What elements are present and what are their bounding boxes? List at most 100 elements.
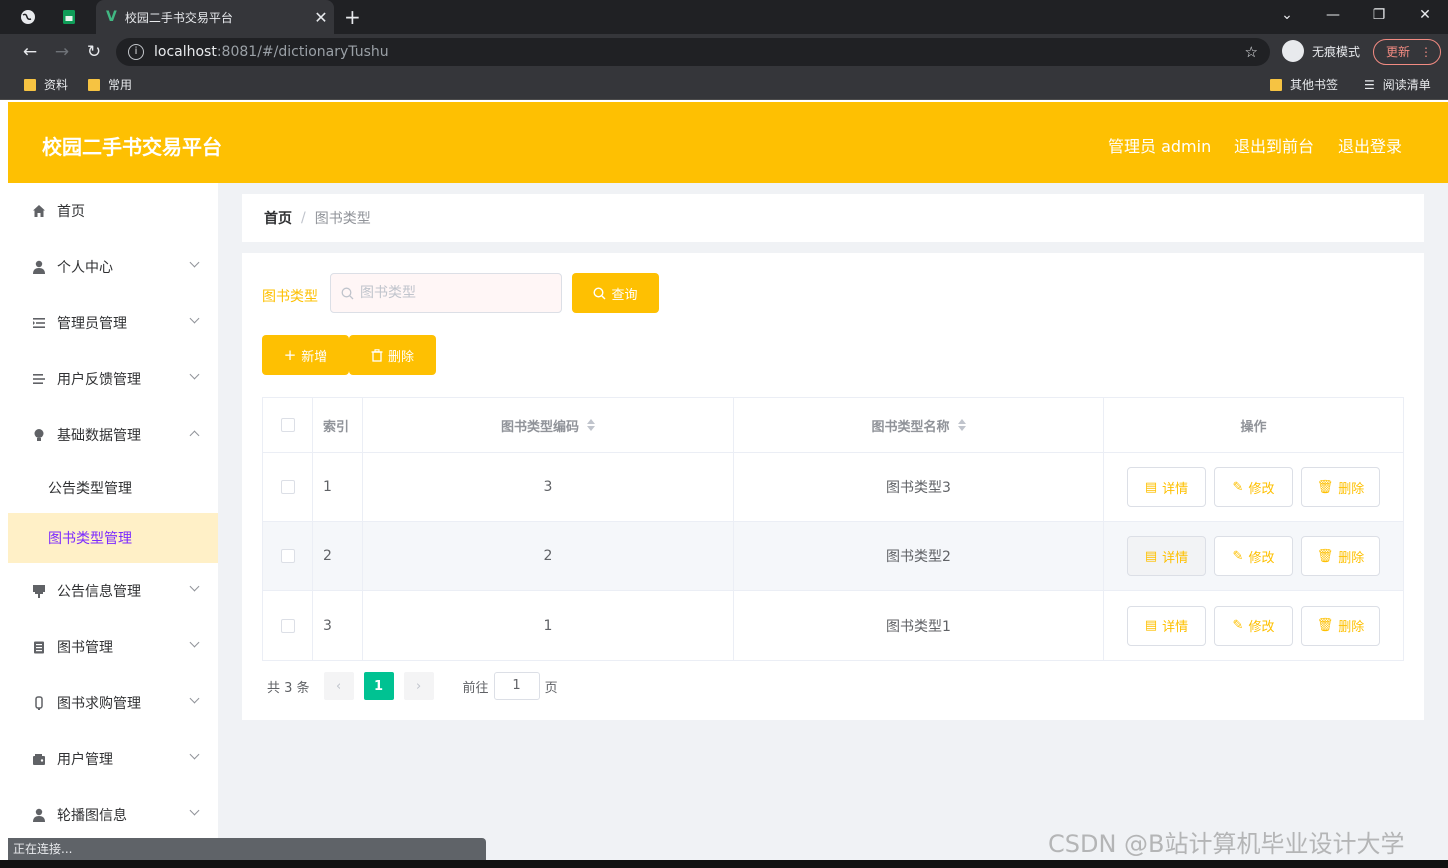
table-header-row: 索引 图书类型编码 图书类型名称 操作 [263, 398, 1403, 453]
sidebar-item-notices[interactable]: 公告信息管理 [8, 563, 218, 619]
sidebar-item-basic-data[interactable]: 基础数据管理 [8, 407, 218, 463]
taskbar [0, 860, 1448, 868]
prev-page-icon[interactable]: ‹ [323, 672, 354, 700]
sidebar-item-purchase[interactable]: 图书求购管理 [8, 675, 218, 731]
tab-search-icon[interactable]: ⌄ [1264, 0, 1310, 34]
goto-page-input[interactable]: 1 [493, 672, 540, 700]
bookmark-folder-2[interactable]: 常用 [88, 76, 132, 93]
sidebar-subitem-book-type[interactable]: 图书类型管理 [8, 513, 218, 563]
row-code: 3 [363, 453, 734, 521]
close-window-icon[interactable]: ✕ [1402, 0, 1448, 34]
edit-button[interactable]: ✎ 修改 [1214, 605, 1293, 646]
add-button[interactable]: + 新增 [262, 335, 349, 375]
sidebar-item-label: 公告类型管理 [48, 481, 132, 497]
sort-icon[interactable] [587, 419, 595, 431]
detail-button[interactable]: ▤ 详情 [1127, 536, 1206, 576]
sidebar-subitem-notice-type[interactable]: 公告类型管理 [8, 463, 218, 513]
sidebar-item-home[interactable]: 首页 [8, 183, 218, 239]
sidebar-item-label: 图书类型管理 [48, 531, 132, 547]
page-number-current[interactable]: 1 [363, 672, 394, 700]
list-icon [32, 316, 46, 330]
edit-button[interactable]: ✎ 修改 [1214, 536, 1293, 576]
query-button[interactable]: 查询 [572, 273, 659, 313]
add-button-label: 新增 [301, 349, 328, 365]
delete-button[interactable]: 🗑 删除 [1301, 467, 1380, 507]
new-tab-icon[interactable]: + [344, 0, 368, 34]
chevron-up-icon [189, 430, 200, 441]
sidebar-item-feedback[interactable]: 用户反馈管理 [8, 351, 218, 407]
sidebar-item-label: 用户管理 [57, 752, 113, 768]
sidebar-item-label: 图书管理 [57, 640, 113, 656]
plus-icon: + [283, 346, 297, 364]
other-bookmarks[interactable]: 其他书签 [1270, 76, 1338, 93]
edit-icon: ✎ [1232, 618, 1244, 633]
delete-button[interactable]: 🗑 删除 [1301, 605, 1380, 646]
sidebar-item-label: 图书求购管理 [57, 696, 141, 712]
folder-icon [1270, 78, 1282, 91]
minimize-icon[interactable]: — [1310, 0, 1356, 34]
goto-label: 前往 [462, 680, 489, 696]
exit-to-front-link[interactable]: 退出到前台 [1234, 133, 1314, 157]
sidebar-item-carousel[interactable]: 轮播图信息 [8, 787, 218, 843]
document-icon: ▤ [1144, 479, 1158, 495]
sidebar-item-label: 公告信息管理 [57, 584, 141, 600]
detail-button[interactable]: ▤ 详情 [1127, 605, 1206, 646]
table-row: 1 3 图书类型3 ▤ 详情 ✎ 修改 🗑 删除 [263, 453, 1403, 522]
detail-button[interactable]: ▤ 详情 [1127, 467, 1206, 507]
restore-icon[interactable]: ❐ [1356, 0, 1402, 34]
url-text: localhost:8081/#/dictionaryTushu [154, 44, 389, 60]
sidebar-item-profile[interactable]: 个人中心 [8, 239, 218, 295]
back-icon[interactable]: ← [19, 41, 41, 63]
sidebar-item-admins[interactable]: 管理员管理 [8, 295, 218, 351]
header-checkbox-cell [263, 398, 313, 452]
browser-toolbar: ← → ↻ i localhost:8081/#/dictionaryTushu… [0, 34, 1448, 70]
close-tab-icon[interactable]: ✕ [308, 8, 334, 27]
document-icon: ▤ [1144, 618, 1158, 633]
sidebar: 首页 个人中心 管理员管理 用户反馈管理 基础数据管理 公告类型管理 图书类型管… [8, 183, 218, 868]
user-icon [32, 260, 46, 274]
update-button[interactable]: 更新 ⋮ [1373, 39, 1441, 65]
breadcrumb-home[interactable]: 首页 [264, 208, 292, 228]
folder-icon [88, 78, 100, 91]
incognito-icon [1282, 40, 1304, 62]
select-all-checkbox[interactable] [280, 418, 295, 432]
row-checkbox[interactable] [280, 549, 295, 563]
incognito-indicator[interactable]: 无痕模式 [1282, 40, 1360, 62]
row-checkbox[interactable] [280, 618, 295, 633]
sidebar-item-users[interactable]: 用户管理 [8, 731, 218, 787]
chevron-down-icon [189, 313, 200, 324]
sheets-tab[interactable] [62, 0, 90, 34]
folder-icon [24, 78, 36, 91]
batch-delete-button[interactable]: 删除 [349, 335, 436, 375]
purchase-icon [32, 696, 46, 710]
next-page-icon[interactable]: › [403, 672, 434, 700]
logout-link[interactable]: 退出登录 [1338, 133, 1402, 157]
search-label: 图书类型 [262, 289, 318, 305]
sidebar-item-label: 个人中心 [57, 260, 113, 276]
app-title: 校园二手书交易平台 [42, 135, 222, 159]
breadcrumb-separator: / [301, 210, 306, 226]
bookmark-folder-1[interactable]: 资料 [24, 76, 68, 93]
row-name: 图书类型1 [734, 591, 1104, 660]
forward-icon[interactable]: → [51, 41, 73, 63]
sidebar-item-label: 轮播图信息 [57, 808, 127, 824]
site-info-icon[interactable]: i [128, 44, 144, 60]
row-checkbox[interactable] [280, 480, 295, 494]
feedback-icon [32, 372, 46, 386]
globe-tab[interactable] [20, 0, 54, 34]
search-input[interactable] [360, 285, 550, 301]
delete-button[interactable]: 🗑 删除 [1301, 536, 1380, 576]
reading-list[interactable]: ☰ 阅读清单 [1364, 76, 1431, 93]
header-name[interactable]: 图书类型名称 [734, 398, 1104, 452]
reload-icon[interactable]: ↻ [83, 41, 105, 63]
document-icon: ▤ [1144, 548, 1158, 564]
sort-icon[interactable] [957, 419, 966, 431]
active-tab[interactable]: V 校园二手书交易平台 ✕ [96, 0, 334, 34]
header-code[interactable]: 图书类型编码 [363, 398, 734, 452]
sidebar-item-books[interactable]: 图书管理 [8, 619, 218, 675]
search-field[interactable] [330, 273, 562, 313]
table-row: 3 1 图书类型1 ▤ 详情 ✎ 修改 🗑 删除 [263, 591, 1403, 660]
address-bar[interactable]: i localhost:8081/#/dictionaryTushu ☆ [116, 38, 1270, 66]
edit-button[interactable]: ✎ 修改 [1214, 467, 1293, 507]
bookmark-star-icon[interactable]: ☆ [1245, 43, 1258, 61]
